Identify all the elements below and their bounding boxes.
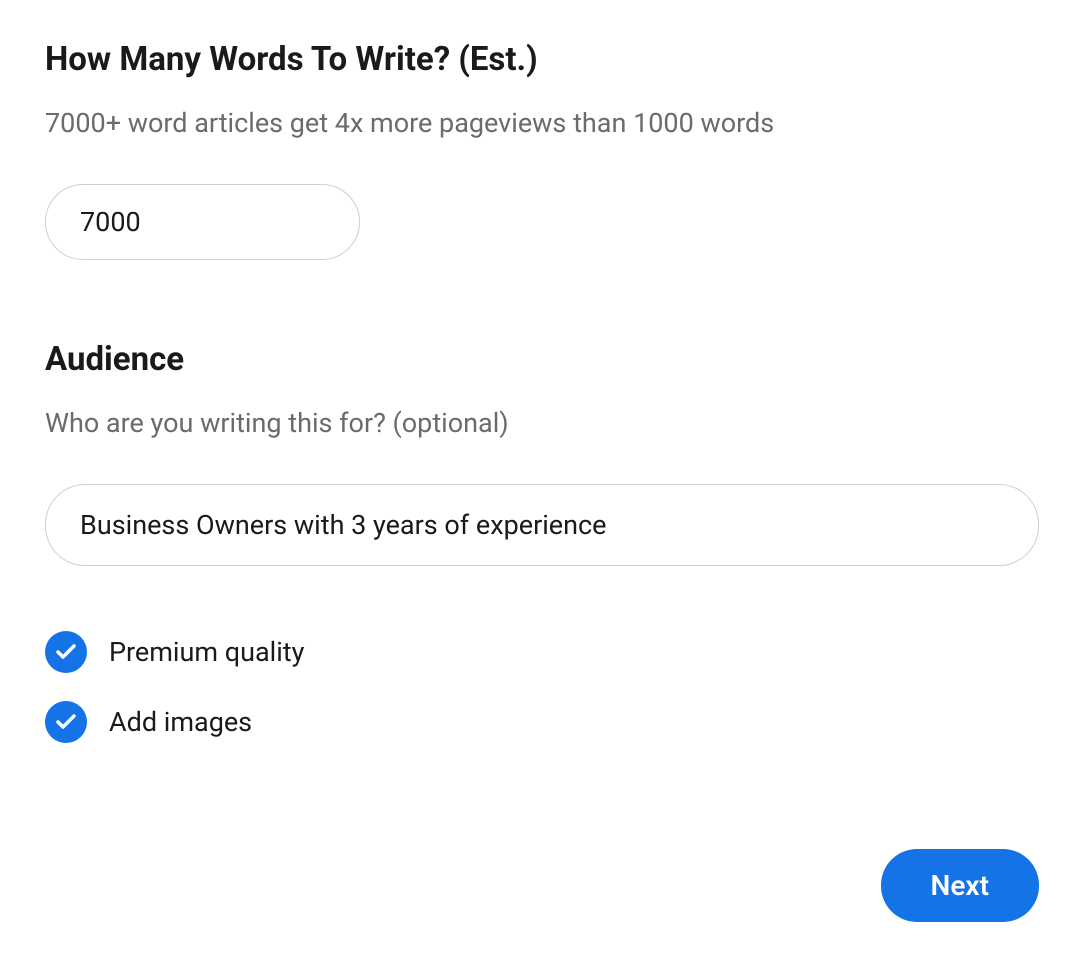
words-section: How Many Words To Write? (Est.) 7000+ wo… bbox=[45, 40, 1039, 260]
check-icon bbox=[45, 701, 87, 743]
audience-input[interactable] bbox=[45, 484, 1039, 566]
add-images-label: Add images bbox=[109, 706, 252, 738]
audience-section-title: Audience bbox=[45, 340, 1039, 379]
next-button[interactable]: Next bbox=[881, 849, 1039, 922]
audience-section-subtitle: Who are you writing this for? (optional) bbox=[45, 407, 1039, 439]
check-icon bbox=[45, 631, 87, 673]
words-section-title: How Many Words To Write? (Est.) bbox=[45, 40, 1039, 79]
premium-quality-label: Premium quality bbox=[109, 636, 304, 668]
audience-section: Audience Who are you writing this for? (… bbox=[45, 340, 1039, 743]
premium-quality-checkbox[interactable]: Premium quality bbox=[45, 631, 1039, 673]
options-group: Premium quality Add images bbox=[45, 631, 1039, 743]
words-section-subtitle: 7000+ word articles get 4x more pageview… bbox=[45, 107, 1039, 139]
words-input[interactable] bbox=[45, 184, 360, 260]
add-images-checkbox[interactable]: Add images bbox=[45, 701, 1039, 743]
